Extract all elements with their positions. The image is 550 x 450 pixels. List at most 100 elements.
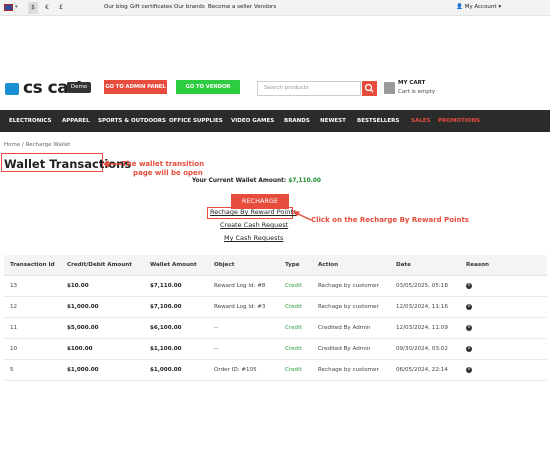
annotation-link: Click on the Recharge By Reward Points — [311, 216, 469, 224]
col-credit-debit-amount: Credit/Debit Amount — [67, 262, 132, 268]
nav-promotions[interactable]: PROMOTIONS — [438, 110, 480, 132]
cell-reason: i — [466, 318, 472, 339]
cart-status: Cart is empty — [398, 89, 436, 95]
cell-action: Rechage by customer — [318, 283, 379, 289]
wallet-amount-label: Your Current Wallet Amount: — [192, 178, 287, 184]
link-gift-certificates[interactable]: Gift certificates — [130, 4, 172, 10]
breadcrumb-current: Recharge Wallet — [25, 142, 71, 148]
cell-reason: i — [466, 276, 472, 297]
table-row: 12 $1,000.00 $7,100.00 Reward Log Id: #3… — [4, 297, 547, 318]
demo-badge: Demo — [67, 82, 91, 93]
cell-object: Order ID: #105 — [214, 367, 257, 373]
table-row: 5 $1,000.00 $1,000.00 Order ID: #105 Cre… — [4, 360, 547, 381]
annotation-title-line2: page will be open — [133, 169, 203, 177]
cell-wallet: $6,100.00 — [150, 325, 182, 331]
cell-date: 03/05/2025, 05:18 — [396, 283, 448, 289]
table-row: 10 $100.00 $1,100.00 -- Credit Credited … — [4, 339, 547, 360]
go-to-vendor-panel-button[interactable]: GO TO VENDOR PANEL — [176, 80, 240, 104]
cart-icon[interactable] — [384, 82, 395, 94]
my-account-menu[interactable]: 👤 My Account ▾ — [456, 4, 501, 10]
cs-cart-logo-icon[interactable] — [5, 83, 19, 95]
cell-wallet: $7,110.00 — [150, 283, 182, 289]
main-nav: ELECTRONICS APPAREL SPORTS & OUTDOORS OF… — [0, 110, 550, 132]
cell-type: Credit — [285, 304, 302, 310]
nav-sports-outdoors[interactable]: SPORTS & OUTDOORS — [98, 110, 166, 132]
breadcrumb-home[interactable]: Home — [4, 142, 20, 148]
nav-electronics[interactable]: ELECTRONICS — [9, 110, 51, 132]
col-type: Type — [285, 262, 300, 268]
cell-object: Reward Log Id: #8 — [214, 283, 266, 289]
cell-action: Credited By Admin — [318, 325, 371, 331]
nav-video-games[interactable]: VIDEO GAMES — [231, 110, 274, 132]
cell-amount: $5,000.00 — [67, 325, 99, 331]
nav-newest[interactable]: NEWEST — [320, 110, 346, 132]
wallet-amount-value: $7,110.00 — [288, 178, 321, 184]
cell-action: Credited By Admin — [318, 346, 371, 352]
search-icon — [364, 83, 374, 93]
table-row: 11 $5,000.00 $6,100.00 -- Credit Credite… — [4, 318, 547, 339]
cell-id: 13 — [10, 283, 18, 289]
us-flag-icon[interactable] — [4, 4, 13, 11]
cell-amount: $1,000.00 — [67, 367, 99, 373]
go-to-admin-panel-button[interactable]: GO TO ADMIN PANEL — [104, 80, 167, 94]
col-reason: Reason — [466, 262, 490, 268]
table-row: 13 $10.00 $7,110.00 Reward Log Id: #8 Cr… — [4, 276, 547, 297]
cell-type: Credit — [285, 283, 302, 289]
col-object: Object — [214, 262, 235, 268]
info-icon[interactable]: i — [466, 366, 472, 373]
cell-type: Credit — [285, 325, 302, 331]
nav-sales[interactable]: SALES — [411, 110, 430, 132]
wallet-amount-line: Your Current Wallet Amount: $7,110.00 — [192, 178, 321, 184]
nav-apparel[interactable]: APPAREL — [62, 110, 90, 132]
cell-reason: i — [466, 339, 472, 360]
nav-office-supplies[interactable]: OFFICE SUPPLIES — [169, 110, 223, 132]
chevron-down-icon[interactable]: ▾ — [15, 4, 18, 10]
nav-bestsellers[interactable]: BESTSELLERS — [357, 110, 399, 132]
link-our-blog[interactable]: Our blog — [104, 4, 128, 10]
info-icon[interactable]: i — [466, 282, 472, 289]
cell-id: 11 — [10, 325, 18, 331]
cell-reason: i — [466, 360, 472, 381]
my-account-label: My Account ▾ — [464, 4, 502, 10]
info-icon[interactable]: i — [466, 303, 472, 310]
currency-eur[interactable]: € — [42, 2, 52, 14]
col-transaction-id: Transaction Id — [10, 262, 55, 268]
cart-title[interactable]: MY CART — [398, 80, 425, 86]
cell-id: 12 — [10, 304, 18, 310]
cell-id: 10 — [10, 346, 18, 352]
search-input[interactable]: Search products — [257, 81, 361, 96]
arrow-pointer-icon — [293, 211, 312, 221]
arrow-left-icon — [103, 160, 122, 168]
currency-usd[interactable]: $ — [28, 2, 38, 14]
currency-gbp[interactable]: £ — [56, 2, 66, 14]
cell-date: 12/03/2024, 11:16 — [396, 304, 448, 310]
cell-id: 5 — [10, 367, 14, 373]
nav-brands[interactable]: BRANDS — [284, 110, 310, 132]
cell-action: Rechage by customer — [318, 367, 379, 373]
cell-date: 12/03/2024, 11:09 — [396, 325, 448, 331]
cell-amount: $10.00 — [67, 283, 89, 289]
col-action: Action — [318, 262, 339, 268]
link-our-brands[interactable]: Our brands — [174, 4, 205, 10]
cell-object: -- — [214, 346, 219, 352]
recharge-by-reward-points-link[interactable]: Rechage By Reward Points — [210, 208, 296, 216]
info-icon[interactable]: i — [466, 324, 472, 331]
cell-object: -- — [214, 325, 219, 331]
col-wallet-amount: Wallet Amount — [150, 262, 197, 268]
annotation-title-line1: The wallet transition — [122, 160, 205, 168]
my-cash-requests-link[interactable]: My Cash Requests — [224, 234, 283, 242]
create-cash-request-link[interactable]: Create Cash Request — [220, 221, 288, 229]
cell-object: Reward Log Id: #3 — [214, 304, 266, 310]
info-icon[interactable]: i — [466, 345, 472, 352]
link-vendors[interactable]: Vendors — [254, 4, 276, 10]
search-button[interactable] — [362, 81, 377, 96]
cell-wallet: $1,000.00 — [150, 367, 182, 373]
cell-date: 06/05/2024, 22:14 — [396, 367, 448, 373]
col-date: Date — [396, 262, 411, 268]
breadcrumb-separator: / — [22, 142, 24, 148]
cell-wallet: $1,100.00 — [150, 346, 182, 352]
link-become-seller[interactable]: Become a seller — [208, 4, 252, 10]
cell-wallet: $7,100.00 — [150, 304, 182, 310]
cell-date: 09/30/2024, 03:02 — [396, 346, 448, 352]
cell-action: Rechage by customer — [318, 304, 379, 310]
